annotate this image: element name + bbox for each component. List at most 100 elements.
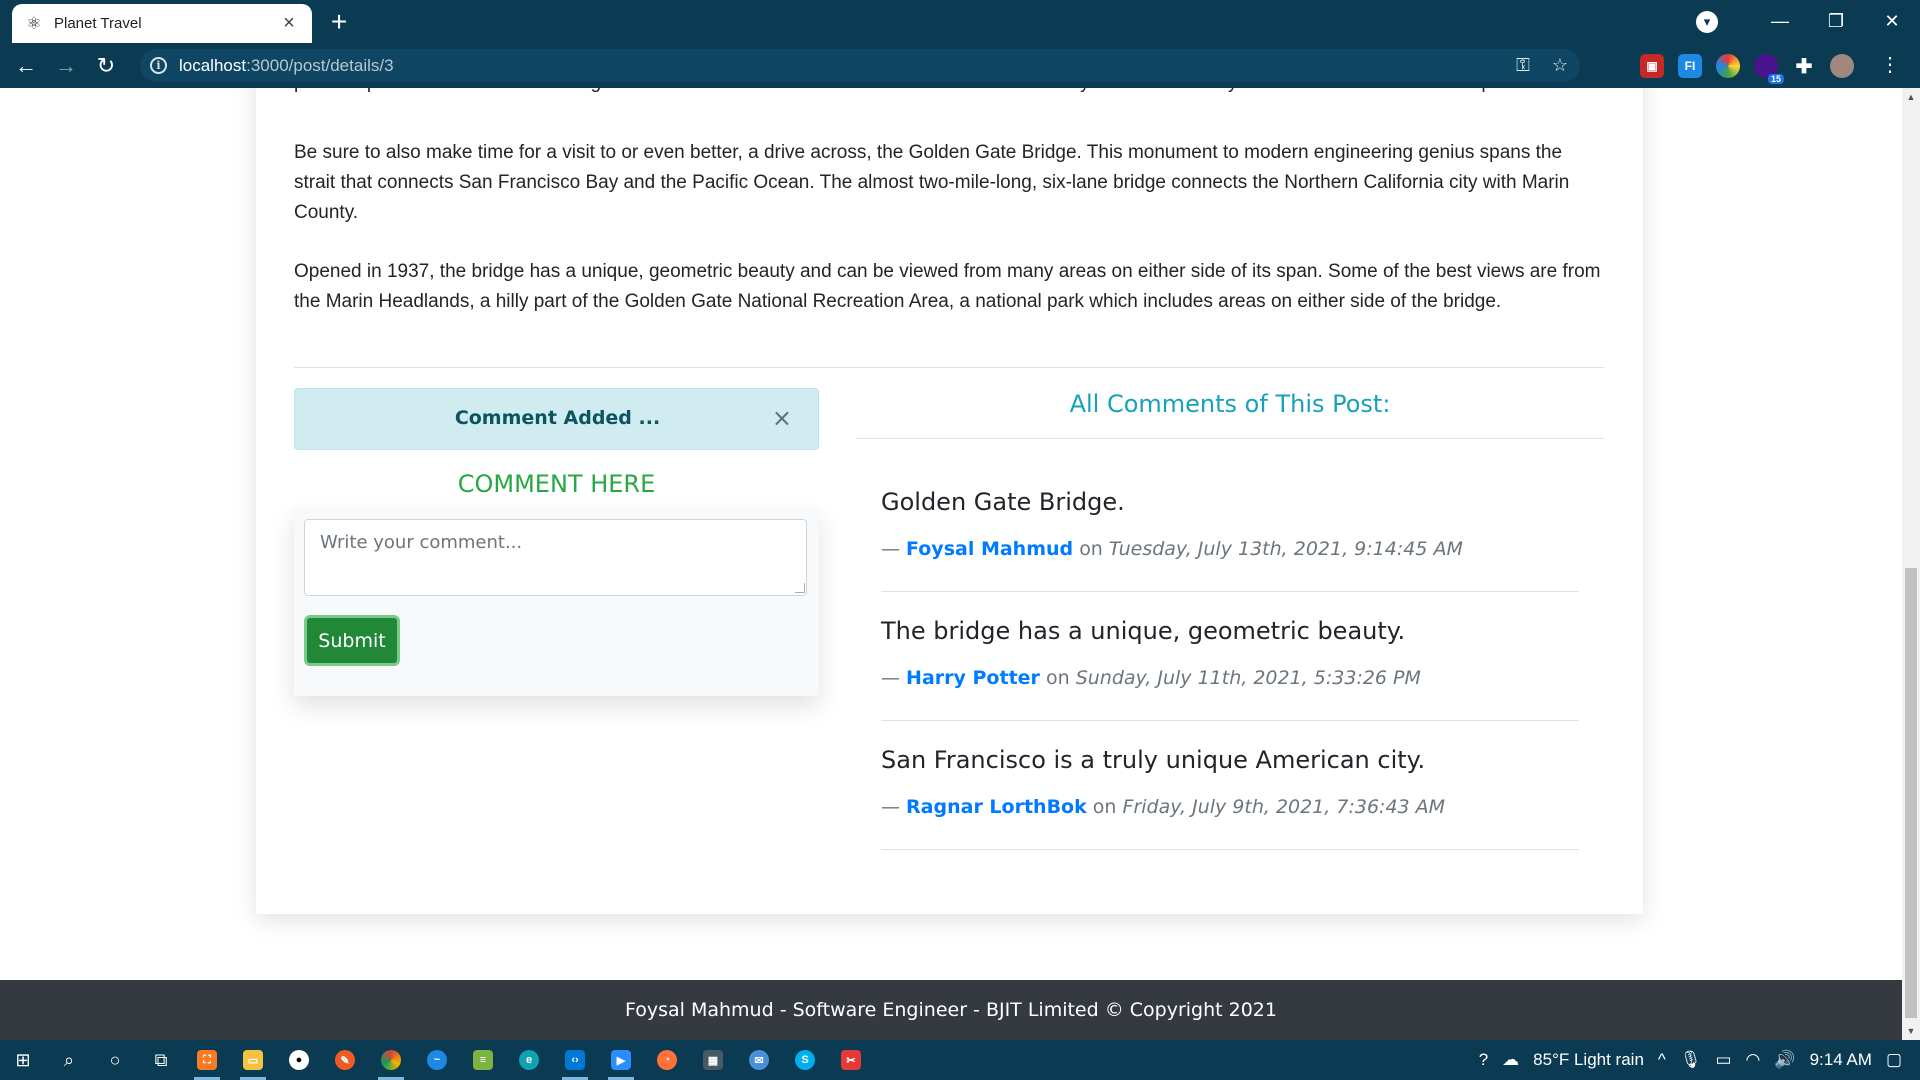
scroll-up-arrow-icon[interactable]: ▲ (1902, 88, 1920, 106)
teams-chat-icon[interactable]: ✉ (736, 1040, 782, 1080)
comment-form: Write your comment... Submit (294, 509, 819, 696)
react-favicon-icon: ⚛ (26, 13, 42, 33)
cortana-icon[interactable]: ○ (92, 1040, 138, 1080)
comment-form-heading: COMMENT HERE (457, 470, 656, 498)
article-paragraph-partial: picturesque town of Sausalito. The giant… (294, 88, 1604, 98)
extension-fi-icon[interactable]: FI (1678, 54, 1702, 78)
address-bar[interactable]: i localhost:3000/post/details/3 ⚿ ☆ (140, 49, 1580, 82)
snip-tool-icon[interactable]: ✂ (828, 1040, 874, 1080)
back-arrow-icon[interactable]: ← (6, 53, 46, 79)
wifi-icon[interactable]: ◠ (1746, 1050, 1761, 1070)
comment-meta: — Foysal Mahmud on Tuesday, July 13th, 2… (881, 538, 1579, 560)
notifications-icon[interactable]: ▢ (1886, 1050, 1902, 1070)
extensions-puzzle-icon[interactable]: ✚ (1792, 54, 1816, 78)
browser-toolbar: ← → ↻ i localhost:3000/post/details/3 ⚿ … (0, 43, 1920, 88)
zoom-icon[interactable]: ▶ (598, 1040, 644, 1080)
chrome-icon[interactable] (368, 1040, 414, 1080)
extensions-bar: ▣ FI 15 ✚ (1640, 51, 1854, 84)
weather-text[interactable]: 85°F Light rain (1533, 1050, 1644, 1070)
chevron-up-icon[interactable]: ^ (1658, 1050, 1666, 1070)
comment-date: Friday, July 9th, 2021, 7:36:43 AM (1122, 796, 1446, 818)
comment-textarea[interactable]: Write your comment... (304, 519, 807, 596)
comment-item: San Francisco is a truly unique American… (881, 746, 1579, 850)
divider (856, 438, 1604, 439)
edge-icon[interactable]: e (506, 1040, 552, 1080)
notepad-icon[interactable]: ≡ (460, 1040, 506, 1080)
file-explorer-icon[interactable]: ▭ (230, 1040, 276, 1080)
weather-cloud-icon[interactable]: ☁ (1502, 1050, 1519, 1070)
page-footer: Foysal Mahmud - Software Engineer - BJIT… (0, 980, 1902, 1040)
url-path: :3000/post/details/3 (246, 55, 394, 75)
forward-arrow-icon[interactable]: → (46, 53, 86, 79)
site-info-icon[interactable]: i (150, 57, 167, 74)
windows-taskbar: ⊞ ⌕ ○ ⧉ ⛶ ▭ ● ✎ ~ ≡ e ‹› ▶ ◔ ▦ ✉ S ✂ ? ☁… (0, 1040, 1920, 1080)
bookmark-star-icon[interactable]: ☆ (1552, 55, 1568, 76)
tab-title: Planet Travel (54, 15, 142, 32)
firefox-icon[interactable]: ◔ (644, 1040, 690, 1080)
postman-icon[interactable]: ✎ (322, 1040, 368, 1080)
comment-author-link[interactable]: Harry Potter (906, 667, 1040, 689)
comment-author-link[interactable]: Foysal Mahmud (906, 538, 1073, 560)
comment-item: The bridge has a unique, geometric beaut… (881, 617, 1579, 721)
search-icon[interactable]: ⌕ (46, 1040, 92, 1080)
comment-divider (881, 720, 1579, 721)
tab-search-icon[interactable]: ▾ (1696, 10, 1718, 33)
browser-menu-icon[interactable]: ⋮ (1880, 52, 1900, 77)
comment-divider (881, 849, 1579, 850)
github-icon[interactable]: ● (276, 1040, 322, 1080)
scrollbar-thumb[interactable] (1905, 568, 1917, 1018)
battery-icon[interactable]: ▭ (1715, 1050, 1731, 1070)
all-comments-heading: All Comments of This Post: (1069, 390, 1391, 418)
success-alert: Comment Added ... × (294, 388, 819, 450)
volume-icon[interactable]: 🔊 (1774, 1050, 1795, 1070)
comment-text: San Francisco is a truly unique American… (881, 746, 1426, 774)
reload-icon[interactable]: ↻ (86, 53, 126, 79)
extension-color-wheel-icon[interactable] (1716, 54, 1740, 78)
xampp-icon[interactable]: ⛶ (184, 1040, 230, 1080)
url-text[interactable]: localhost:3000/post/details/3 (179, 56, 394, 76)
comment-meta: — Ragnar LorthBok on Friday, July 9th, 2… (881, 796, 1579, 818)
close-window-icon[interactable]: ✕ (1864, 11, 1920, 32)
scroll-down-arrow-icon[interactable]: ▼ (1902, 1022, 1920, 1040)
edge-dev-icon[interactable]: ~ (414, 1040, 460, 1080)
extension-badge: 15 (1767, 74, 1784, 84)
comment-date: Sunday, July 11th, 2021, 5:33:26 PM (1075, 667, 1421, 689)
new-tab-plus-icon[interactable]: + (324, 6, 354, 38)
comment-date: Tuesday, July 13th, 2021, 9:14:45 AM (1108, 538, 1463, 560)
key-icon[interactable]: ⚿ (1516, 55, 1530, 76)
article-paragraph: Be sure to also make time for a visit to… (294, 142, 1570, 223)
divider (294, 367, 1604, 368)
extension-purple-icon[interactable]: 15 (1754, 54, 1784, 84)
minimize-icon[interactable]: — (1752, 11, 1808, 32)
extension-red-icon[interactable]: ▣ (1640, 54, 1664, 78)
windows-start-icon[interactable]: ⊞ (0, 1040, 46, 1080)
restore-icon[interactable]: ❐ (1808, 11, 1864, 32)
comment-author-link[interactable]: Ragnar LorthBok (906, 796, 1087, 818)
help-icon[interactable]: ? (1479, 1050, 1488, 1070)
url-host: localhost (179, 55, 247, 75)
alert-close-icon[interactable]: × (772, 404, 792, 432)
close-tab-icon[interactable]: × (278, 12, 300, 35)
skype-icon[interactable]: S (782, 1040, 828, 1080)
comment-meta: — Harry Potter on Sunday, July 11th, 202… (881, 667, 1579, 689)
comment-text: The bridge has a unique, geometric beaut… (881, 617, 1406, 645)
browser-tab[interactable]: ⚛ Planet Travel × (12, 4, 312, 43)
profile-avatar[interactable] (1830, 54, 1854, 78)
task-view-icon[interactable]: ⧉ (138, 1040, 184, 1080)
article-paragraph: Opened in 1937, the bridge has a unique,… (294, 261, 1601, 312)
comment-text: Golden Gate Bridge. (881, 488, 1125, 516)
submit-button[interactable]: Submit (304, 615, 400, 666)
comment-divider (881, 591, 1579, 592)
page-viewport: picturesque town of Sausalito. The giant… (0, 88, 1902, 1040)
alert-message: Comment Added ... (454, 407, 661, 429)
window-controls: ▾ — ❐ ✕ (1696, 0, 1920, 43)
comment-item: Golden Gate Bridge. — Foysal Mahmud on T… (881, 488, 1579, 592)
clock[interactable]: 9:14 AM (1810, 1050, 1872, 1070)
microphone-icon[interactable]: 🎙 (1680, 1050, 1702, 1070)
comment-on: on (1079, 538, 1103, 560)
vscode-icon[interactable]: ‹› (552, 1040, 598, 1080)
page-scrollbar[interactable]: ▲ ▼ (1902, 88, 1920, 1040)
calculator-icon[interactable]: ▦ (690, 1040, 736, 1080)
comment-dash: — (881, 667, 900, 689)
resize-handle-icon[interactable] (795, 583, 805, 593)
